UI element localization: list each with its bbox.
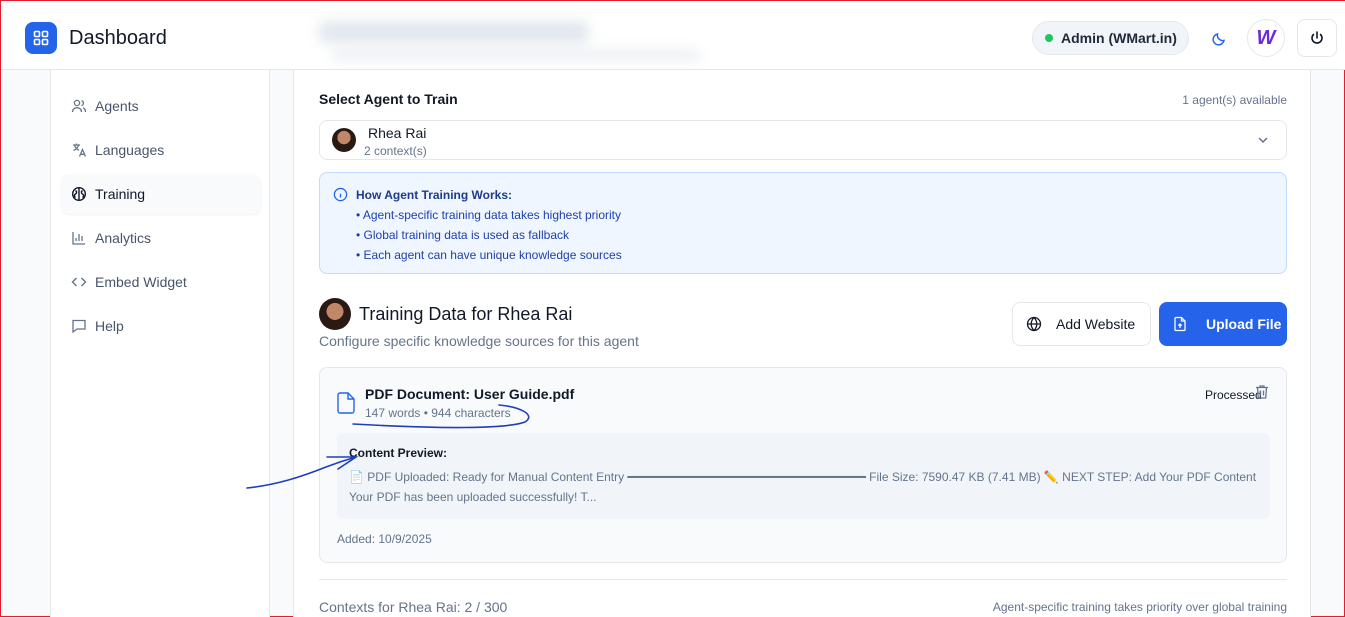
sidebar-item-analytics[interactable]: Analytics bbox=[61, 218, 261, 258]
document-card: PDF Document: User Guide.pdf 147 words •… bbox=[319, 367, 1287, 563]
contexts-count: Contexts for Rhea Rai: 2 / 300 bbox=[319, 599, 508, 615]
info-item: • Agent-specific training data takes hig… bbox=[356, 208, 622, 222]
status-badge: Processed bbox=[1205, 388, 1262, 402]
online-status-dot bbox=[1045, 34, 1053, 42]
content-preview-label: Content Preview: bbox=[349, 446, 448, 460]
content-preview-text: 📄 PDF Uploaded: Ready for Manual Content… bbox=[349, 470, 1257, 504]
priority-note: Agent-specific training takes priority o… bbox=[992, 600, 1287, 614]
user-avatar[interactable]: W bbox=[1247, 19, 1285, 57]
app-title: Dashboard bbox=[69, 27, 167, 49]
add-website-button[interactable]: Add Website bbox=[1012, 302, 1151, 346]
message-icon bbox=[72, 319, 86, 334]
selected-agent-contexts: 2 context(s) bbox=[364, 144, 427, 158]
add-website-label: Add Website bbox=[1056, 316, 1136, 332]
blurred-heading bbox=[319, 21, 589, 43]
sidebar-item-help[interactable]: Help bbox=[61, 306, 261, 346]
logout-power-icon[interactable] bbox=[1297, 19, 1337, 57]
sidebar-item-label: Analytics bbox=[95, 230, 152, 246]
upload-file-button[interactable]: Upload File bbox=[1159, 302, 1287, 346]
info-item: • Each agent can have unique knowledge s… bbox=[356, 248, 622, 262]
info-icon bbox=[333, 187, 348, 202]
content-preview-box: Content Preview: 📄 PDF Uploaded: Ready f… bbox=[337, 433, 1270, 519]
globe-icon bbox=[1026, 316, 1042, 332]
agents-available-count: 1 agent(s) available bbox=[1182, 93, 1287, 107]
admin-badge[interactable]: Admin (WMart.in) bbox=[1032, 21, 1189, 55]
agent-avatar bbox=[332, 128, 356, 152]
sidebar-item-label: Agents bbox=[95, 98, 139, 114]
upload-file-label: Upload File bbox=[1206, 316, 1282, 332]
brain-icon bbox=[71, 186, 87, 202]
agent-avatar-large bbox=[319, 298, 351, 330]
document-stats: 147 words • 944 characters bbox=[365, 406, 511, 420]
training-data-title: Training Data for Rhea Rai bbox=[359, 304, 573, 324]
code-icon bbox=[71, 277, 87, 287]
trash-icon[interactable] bbox=[1255, 384, 1269, 400]
file-upload-icon bbox=[1174, 316, 1186, 332]
document-added-date: Added: 10/9/2025 bbox=[337, 532, 432, 546]
selected-agent-name: Rhea Rai bbox=[368, 125, 427, 141]
sidebar-item-label: Help bbox=[95, 318, 124, 334]
file-icon bbox=[337, 392, 355, 414]
training-data-subtitle: Configure specific knowledge sources for… bbox=[319, 333, 639, 349]
sidebar-item-label: Embed Widget bbox=[95, 274, 187, 290]
theme-toggle-moon-icon[interactable] bbox=[1203, 23, 1235, 55]
sidebar-item-label: Languages bbox=[95, 142, 165, 158]
admin-label: Admin (WMart.in) bbox=[1061, 30, 1177, 46]
top-header: Dashboard Admin (WMart.in) W bbox=[1, 1, 1345, 70]
sidebar: Agents Languages Training Analytics Embe… bbox=[50, 70, 270, 617]
bar-chart-icon bbox=[72, 232, 85, 245]
info-item: • Global training data is used as fallba… bbox=[356, 228, 569, 242]
sidebar-item-label: Training bbox=[95, 186, 146, 202]
sidebar-item-embed-widget[interactable]: Embed Widget bbox=[61, 262, 261, 302]
sidebar-item-languages[interactable]: Languages bbox=[61, 130, 261, 170]
sidebar-item-agents[interactable]: Agents bbox=[61, 86, 261, 126]
sidebar-item-training[interactable]: Training bbox=[61, 174, 261, 214]
blurred-subheading bbox=[331, 49, 701, 61]
info-title: How Agent Training Works: bbox=[356, 188, 513, 202]
training-info-box: How Agent Training Works: • Agent-specif… bbox=[319, 172, 1287, 274]
translate-icon bbox=[73, 143, 87, 157]
chevron-down-icon bbox=[1258, 137, 1268, 144]
document-title: PDF Document: User Guide.pdf bbox=[365, 386, 575, 402]
divider bbox=[319, 579, 1287, 580]
users-icon bbox=[71, 99, 87, 113]
agent-select-dropdown[interactable]: Rhea Rai 2 context(s) bbox=[319, 120, 1287, 160]
dashboard-logo-icon[interactable] bbox=[25, 22, 57, 54]
select-agent-label: Select Agent to Train bbox=[319, 91, 458, 107]
